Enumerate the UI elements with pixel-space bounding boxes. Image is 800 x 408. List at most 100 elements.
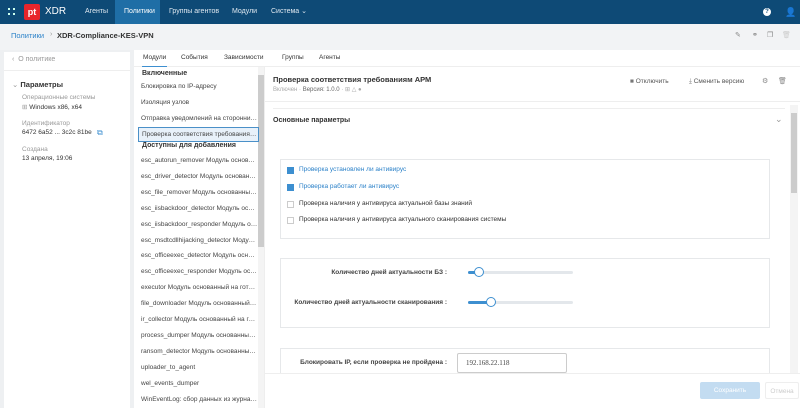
slider-label-scan: Количество дней актуальности сканировани…	[294, 299, 447, 306]
footer: Сохранить Отмена	[265, 373, 800, 408]
module-item[interactable]: file_downloader Модуль основанный на гот…	[140, 296, 258, 311]
module-item[interactable]: esc_msdtcdllhijacking_detector Модуль ос…	[140, 233, 258, 248]
module-item[interactable]: esc_autorun_remover Модуль основанный на…	[140, 153, 258, 168]
apple-icon: ●	[358, 87, 362, 93]
checkbox-label[interactable]: Проверка установлен ли антивирус	[299, 166, 406, 173]
id-label: Идентификатор	[22, 120, 70, 127]
divider	[265, 101, 800, 102]
breadcrumb-current: XDR-Compliance-KES-VPN	[57, 31, 154, 40]
detail-scrollbar[interactable]	[790, 105, 798, 373]
breadcrumb-separator: ›	[50, 31, 53, 38]
nav-agent-groups[interactable]: Группы агентов	[160, 0, 228, 24]
modules-list: Включенные Доступны для добавления Блоки…	[134, 67, 265, 408]
edit-icon[interactable]: ✎	[735, 31, 741, 39]
change-version-button[interactable]: ⤓ Сменить версию	[689, 78, 744, 86]
os-label: Операционные системы	[22, 94, 96, 101]
scrollbar-thumb[interactable]	[791, 113, 797, 193]
module-item[interactable]: esc_driver_detector Модуль основанный на…	[140, 169, 258, 184]
divider	[273, 108, 785, 109]
apps-grid-icon[interactable]	[8, 8, 15, 15]
tab-modules[interactable]: Модули	[142, 50, 168, 67]
module-item[interactable]: executor Модуль основанный на готовом ре…	[140, 280, 258, 295]
tab-groups[interactable]: Группы	[282, 50, 304, 67]
top-nav: pt XDR Агенты Политики Группы агентов Мо…	[0, 0, 800, 24]
list-scrollbar[interactable]	[258, 67, 264, 408]
module-item[interactable]: ir_collector Модуль основанный на готово…	[140, 312, 258, 327]
windows-icon: ⊞	[22, 104, 28, 111]
disable-label: Отключить	[635, 78, 669, 85]
created-value: 13 апреля, 19:06	[22, 155, 73, 162]
tab-dependencies[interactable]: Зависимости	[224, 50, 263, 67]
module-item[interactable]: esc_iisbackdoor_responder Модуль основан…	[140, 217, 258, 232]
cancel-button[interactable]: Отмена	[765, 382, 799, 399]
checkbox[interactable]	[287, 200, 294, 208]
chevron-down-icon[interactable]: ⌄	[775, 114, 783, 125]
checkbox-label[interactable]: Проверка наличия у антивируса актуальног…	[299, 216, 506, 223]
change-version-label: Сменить версию	[693, 78, 745, 85]
slider-scan[interactable]	[468, 297, 573, 307]
os-value-text: Windows x86, x64	[29, 104, 83, 111]
help-icon[interactable]: ?	[763, 8, 771, 16]
slider-db[interactable]	[468, 267, 573, 277]
linux-icon: △	[351, 87, 357, 93]
slider-label-db: Количество дней актуальности БЗ :	[331, 269, 447, 276]
checkbox-label[interactable]: Проверка работает ли антивирус	[299, 183, 399, 190]
scrollbar-thumb[interactable]	[258, 75, 264, 247]
chevron-left-icon: ‹	[12, 56, 15, 63]
module-item[interactable]: process_dumper Модуль основанный на гото…	[140, 328, 258, 343]
module-item[interactable]: uploader_to_agent	[140, 360, 258, 375]
checks-box: Проверка установлен ли антивирус Проверка…	[280, 159, 770, 239]
module-item[interactable]: wel_events_dumper	[140, 376, 258, 391]
checkbox[interactable]	[287, 217, 294, 225]
block-ip-label: Блокировать IP, если проверка не пройден…	[300, 359, 447, 366]
module-item-selected[interactable]: Проверка соответствия требованиям АРМ	[138, 127, 259, 142]
nav-modules[interactable]: Модули	[223, 0, 266, 24]
breadcrumb-root[interactable]: Политики	[11, 31, 44, 40]
module-status: Включен	[273, 87, 298, 93]
user-icon[interactable]: 👤	[785, 7, 796, 18]
module-item[interactable]: Блокировка по IP-адресу	[140, 79, 258, 94]
module-item[interactable]: Изоляция узлов	[140, 95, 258, 110]
logo[interactable]: pt	[24, 4, 40, 20]
module-item[interactable]: esc_iisbackdoor_detector Модуль основанн…	[140, 201, 258, 216]
module-meta: Включен · Версия: 1.0.0 · ⊞ △ ●	[273, 87, 362, 93]
os-value: ⊞ Windows x86, x64	[22, 103, 82, 111]
slider-handle[interactable]	[473, 267, 484, 277]
module-item[interactable]: esc_officeexec_detector Модуль основанны…	[140, 248, 258, 263]
params-section-toggle[interactable]: ⌄ Параметры	[12, 80, 63, 89]
module-item[interactable]: ransom_detector Модуль основанный на гот…	[140, 344, 258, 359]
delete-icon[interactable]: 🗑	[782, 31, 791, 39]
params-section-title: Параметры	[20, 80, 63, 89]
main-params-section[interactable]: Основные параметры	[273, 117, 350, 124]
checkbox-label[interactable]: Проверка наличия у антивируса актуальной…	[299, 200, 472, 207]
copy-icon[interactable]: ❐	[767, 31, 773, 39]
nav-system[interactable]: Система ⌄	[262, 0, 316, 24]
module-item[interactable]: esc_file_remover Модуль основанный на го…	[140, 185, 258, 200]
nav-agents[interactable]: Агенты	[76, 0, 117, 24]
module-item[interactable]: Отправка уведомлений на сторонние систем…	[140, 111, 258, 126]
download-icon: ⤓	[689, 78, 692, 85]
gear-icon[interactable]: ⚙	[762, 77, 768, 85]
module-item[interactable]: WinEventLog: сбор данных из журналов	[140, 392, 258, 407]
back-label: О политике	[18, 56, 56, 63]
copy-id-icon[interactable]: ⧉	[97, 128, 103, 138]
checkbox[interactable]	[287, 183, 294, 191]
app-name: XDR	[45, 6, 67, 17]
available-header: Доступны для добавления	[142, 142, 236, 149]
tab-agents[interactable]: Агенты	[319, 50, 340, 67]
block-ip-input[interactable]	[457, 353, 567, 373]
module-item[interactable]: esc_officeexec_responder Модуль основанн…	[140, 264, 258, 279]
chevron-down-icon: ⌄	[12, 80, 19, 89]
tab-events[interactable]: События	[181, 50, 208, 67]
sliders-box: Количество дней актуальности БЗ : Количе…	[280, 258, 770, 328]
policy-info-panel: ‹ О политике ⌄ Параметры Операционные си…	[4, 52, 130, 408]
trash-icon[interactable]: 🗑	[778, 77, 787, 85]
breadcrumb: Политики › XDR-Compliance-KES-VPN ✎ ⚭ ❐ …	[0, 24, 800, 50]
disable-button[interactable]: ■ Отключить	[630, 78, 669, 85]
link-icon[interactable]: ⚭	[752, 31, 758, 39]
slider-handle[interactable]	[486, 297, 497, 307]
back-to-policy[interactable]: ‹ О политике	[12, 56, 55, 63]
nav-policies[interactable]: Политики	[115, 0, 160, 24]
checkbox[interactable]	[287, 167, 294, 174]
save-button[interactable]: Сохранить	[700, 382, 760, 399]
